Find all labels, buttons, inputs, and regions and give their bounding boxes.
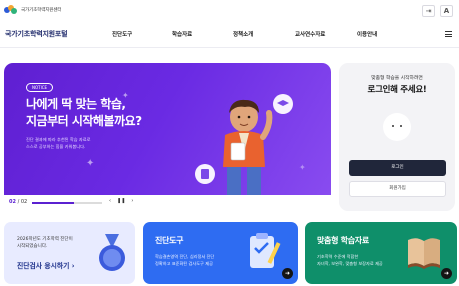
card1-text: 2026학년도 기초학력 진단이 시작되었습니다. xyxy=(17,237,73,249)
prev-arrow-icon[interactable]: ‹ xyxy=(109,198,111,204)
card3-title: 맞춤형 학습자료 xyxy=(317,236,369,245)
smiley-avatar-icon xyxy=(383,113,411,141)
take-diagnosis-link[interactable]: 진단검사 응시하기 › xyxy=(17,260,75,270)
nav-item-diagnosis[interactable]: 진단도구 xyxy=(112,30,132,38)
hero-description: 진단 결과에 따라 추천된 학습 자료로 스스로 공부하는 힘을 키워봅니다. xyxy=(26,137,91,149)
diagnosis-bubble-icon xyxy=(195,164,215,184)
sparkle-icon: ✦ xyxy=(299,163,306,172)
arrow-right-icon[interactable]: ➜ xyxy=(441,268,452,279)
notice-badge: NOTICE xyxy=(26,83,54,92)
nav-item-policy[interactable]: 정책소개 xyxy=(233,30,253,38)
menu-icon[interactable] xyxy=(445,31,452,37)
arrow-right-icon[interactable]: ➜ xyxy=(282,268,293,279)
login-panel: 맞춤형 학습을 시작하려면 로그인해 주세요! 로그인 회원가입 xyxy=(339,63,455,211)
hero-title: 나에게 딱 맞는 학습, 지금부터 시작해볼까요? xyxy=(26,97,142,128)
pager-progress-bar xyxy=(32,202,102,204)
sparkle-icon: ✦ xyxy=(122,91,129,100)
login-title: 로그인해 주세요! xyxy=(367,85,427,95)
site-title[interactable]: 국가기초학력지원포털 xyxy=(5,29,68,39)
main-nav: 국가기초학력지원포털 진단도구 학습자료 정책소개 교사연수자료 이용안내 xyxy=(0,22,459,48)
medal-icon xyxy=(99,234,125,271)
hero-pager: 02 / 02 ‹ ❚❚ › xyxy=(4,195,331,211)
book-icon xyxy=(408,238,440,269)
nav-item-teacher-training[interactable]: 교사연수자료 xyxy=(295,30,325,38)
diagnosis-tool-card[interactable]: 진단도구 학습결손영역 진단, 심리정서 진단 정확하고 표준화된 검사도구 제… xyxy=(143,222,298,284)
card3-description: 기초학력 수준에 적합한 자녀학, 보완학, 맞춤형 보장자료 제공 xyxy=(317,254,383,266)
pager-total: / 02 xyxy=(17,199,28,205)
logo-mark-icon xyxy=(4,5,18,15)
login-subtitle: 맞춤형 학습을 시작하려면 xyxy=(371,76,423,81)
next-arrow-icon[interactable]: › xyxy=(131,198,133,204)
card2-title: 진단도구 xyxy=(155,236,184,245)
sparkle-icon: ✦ xyxy=(86,158,95,169)
graduation-bubble-icon xyxy=(273,94,293,114)
login-icon[interactable]: ⇥ xyxy=(422,5,435,17)
center-logo[interactable]: 국가기초학력지원센터 xyxy=(4,5,62,15)
login-button[interactable]: 로그인 xyxy=(349,160,446,176)
student-character-illustration xyxy=(223,99,273,197)
card2-description: 학습결손영역 진단, 심리정서 진단 정확하고 표준화된 검사도구 제공 xyxy=(155,254,215,266)
clipboard-icon xyxy=(250,233,281,268)
text-size-icon[interactable]: A xyxy=(440,5,453,17)
top-bar: 국가기초학력지원센터 ⇥ A xyxy=(0,0,459,22)
hero-banner[interactable]: NOTICE 나에게 딱 맞는 학습, 지금부터 시작해볼까요? 진단 결과에 … xyxy=(4,63,331,211)
join-button[interactable]: 회원가입 xyxy=(349,181,446,197)
pager-current: 02 xyxy=(9,199,16,205)
nav-item-guide[interactable]: 이용안내 xyxy=(357,30,377,38)
pause-icon[interactable]: ❚❚ xyxy=(117,198,125,204)
logo-text: 국가기초학력지원센터 xyxy=(21,8,62,13)
custom-materials-card[interactable]: 맞춤형 학습자료 기초학력 수준에 적합한 자녀학, 보완학, 맞춤형 보장자료… xyxy=(305,222,457,284)
diagnosis-notice-card[interactable]: 2026학년도 기초학력 진단이 시작되었습니다. 진단검사 응시하기 › xyxy=(4,222,135,284)
nav-item-materials[interactable]: 학습자료 xyxy=(172,30,192,38)
